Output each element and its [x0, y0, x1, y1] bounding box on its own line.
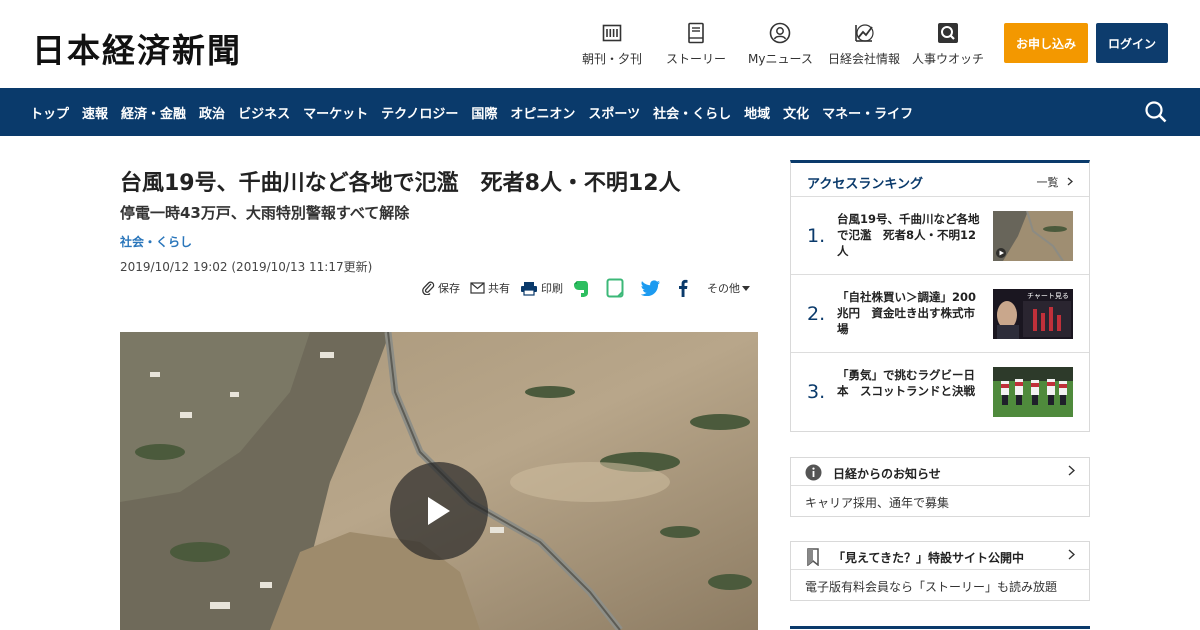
ranking-item[interactable]: 2. 「自社株買い＞調達」200兆円 資金吐き出す株式市場 チャート見る	[791, 275, 1089, 353]
chevron-right-icon	[1068, 465, 1075, 476]
twitter-button[interactable]	[641, 280, 664, 296]
chevron-right-icon	[1068, 549, 1075, 560]
share-label: 共有	[488, 282, 510, 295]
search-icon[interactable]	[1144, 100, 1168, 124]
main-nav-list: トップ 速報 経済・金融 政治 ビジネス マーケット テクノロジー 国際 オピニ…	[30, 88, 926, 136]
more-menu[interactable]: その他	[707, 280, 753, 296]
rank-number: 1.	[807, 225, 826, 247]
person-icon	[769, 22, 791, 44]
apply-button[interactable]: お申し込み	[1004, 23, 1088, 63]
main-nav-item-international[interactable]: 国際	[471, 103, 497, 122]
main-nav-item-money-life[interactable]: マネー・ライフ	[822, 103, 913, 122]
paperclip-icon	[422, 281, 435, 295]
rank-number: 2.	[807, 303, 826, 325]
article-header: 台風19号、千曲川など各地で氾濫 死者8人・不明12人 停電一時43万戸、大雨特…	[120, 168, 758, 275]
main-nav-item-society[interactable]: 社会・くらし	[653, 103, 731, 122]
evernote-button[interactable]	[573, 279, 592, 298]
evernote-icon	[574, 280, 588, 297]
main-nav-item-politics[interactable]: 政治	[199, 103, 225, 122]
rank-title[interactable]: 「勇気」で挑むラグビー日本 スコットランドと決戦	[837, 367, 985, 399]
rank-thumbnail[interactable]	[993, 211, 1073, 261]
nav-story[interactable]: ストーリー	[666, 22, 726, 67]
save-label: 保存	[438, 282, 460, 295]
main-nav-item-sports[interactable]: スポーツ	[588, 103, 640, 122]
main-nav-item-region[interactable]: 地域	[744, 103, 770, 122]
article-subheadline: 停電一時43万戸、大雨特別警報すべて解除	[120, 204, 410, 222]
play-button[interactable]	[390, 462, 488, 560]
chevron-right-icon	[1067, 177, 1073, 186]
promo-header[interactable]: 「見えてきた？」特設サイト公開中	[791, 542, 1089, 570]
main-nav-item-economy[interactable]: 経済・金融	[121, 103, 186, 122]
rank-number: 3.	[807, 381, 826, 403]
rank-title[interactable]: 台風19号、千曲川など各地で氾濫 死者8人・不明12人	[837, 211, 985, 259]
ranking-more-label: 一覧	[1036, 176, 1059, 189]
rank-thumbnail[interactable]	[993, 367, 1073, 417]
ranking-item[interactable]: 1. 台風19号、千曲川など各地で氾濫 死者8人・不明12人	[791, 197, 1089, 275]
save-button[interactable]: 保存	[422, 280, 460, 296]
promo-body[interactable]: 電子版有料会員なら「ストーリー」も読み放題	[791, 570, 1089, 600]
chart-icon	[853, 22, 875, 44]
article-tools: 保存 共有 印刷 その他	[422, 278, 763, 298]
main-nav-item-technology[interactable]: テクノロジー	[381, 103, 458, 122]
nav-label: 朝刊・夕刊	[582, 52, 643, 66]
facebook-icon	[679, 279, 688, 297]
ranking-header: アクセスランキング 一覧	[791, 163, 1089, 197]
site-logo[interactable]: 日本経済新聞	[32, 24, 242, 72]
nav-my-news[interactable]: Myニュース	[748, 22, 813, 67]
mail-icon	[470, 282, 485, 294]
share-button[interactable]: 共有	[470, 280, 510, 296]
access-ranking: アクセスランキング 一覧 1. 台風19号、千曲川など各地で氾濫 死者8人・不明…	[790, 160, 1090, 432]
main-nav: トップ 速報 経済・金融 政治 ビジネス マーケット テクノロジー 国際 オピニ…	[0, 88, 1200, 136]
story-promo[interactable]: 「見えてきた？」特設サイト公開中 電子版有料会員なら「ストーリー」も読み放題	[790, 541, 1090, 601]
twitter-icon	[641, 280, 660, 296]
rank-thumbnail[interactable]: チャート見る	[993, 289, 1073, 339]
main-nav-item-market[interactable]: マーケット	[303, 103, 368, 122]
print-button[interactable]: 印刷	[520, 280, 563, 296]
note-icon	[606, 278, 624, 298]
video-player[interactable]	[120, 332, 758, 630]
info-icon	[805, 464, 822, 481]
promo-title: 「見えてきた？」特設サイト公開中	[833, 551, 1025, 565]
login-button[interactable]: ログイン	[1096, 23, 1168, 63]
newspaper-icon	[601, 22, 623, 44]
magnifier-icon	[937, 22, 959, 44]
main-nav-item-culture[interactable]: 文化	[783, 103, 809, 122]
article-headline: 台風19号、千曲川など各地で氾濫 死者8人・不明12人	[120, 171, 681, 196]
play-icon	[428, 497, 450, 525]
nav-morning-evening[interactable]: 朝刊・夕刊	[582, 22, 642, 67]
facebook-button[interactable]	[678, 279, 691, 297]
rank-title[interactable]: 「自社株買い＞調達」200兆円 資金吐き出す株式市場	[837, 289, 985, 337]
nav-label: ストーリー	[666, 52, 727, 66]
nav-label: Myニュース	[748, 52, 813, 66]
article-timestamp: 2019/10/12 19:02 (2019/10/13 11:17更新)	[120, 260, 373, 274]
printer-icon	[521, 281, 537, 296]
notice-body[interactable]: キャリア採用、通年で募集	[791, 486, 1089, 516]
nav-personnel-watch[interactable]: 人事ウオッチ	[912, 22, 984, 67]
main-nav-item-top[interactable]: トップ	[30, 103, 69, 122]
caret-down-icon	[742, 285, 750, 291]
next-box-border	[790, 626, 1090, 629]
ranking-item[interactable]: 3. 「勇気」で挑むラグビー日本 スコットランドと決戦	[791, 353, 1089, 431]
nav-label: 人事ウオッチ	[912, 52, 985, 66]
nikkei-notice[interactable]: 日経からのお知らせ キャリア採用、通年で募集	[790, 457, 1090, 517]
main-nav-item-opinion[interactable]: オピニオン	[510, 103, 575, 122]
book-icon	[685, 22, 707, 44]
site-header: 日本経済新聞 朝刊・夕刊 ストーリー Myニュース 日経会社情報 人事ウオッチ …	[0, 0, 1200, 88]
notice-title: 日経からのお知らせ	[833, 467, 941, 481]
more-label: その他	[707, 282, 740, 295]
onenote-button[interactable]	[606, 278, 627, 298]
article-category-link[interactable]: 社会・くらし	[120, 233, 758, 250]
notice-header[interactable]: 日経からのお知らせ	[791, 458, 1089, 486]
print-label: 印刷	[541, 282, 563, 295]
nav-company-info[interactable]: 日経会社情報	[828, 22, 900, 67]
ranking-title: アクセスランキング	[807, 177, 923, 192]
nav-label: 日経会社情報	[828, 52, 901, 66]
main-nav-item-business[interactable]: ビジネス	[238, 103, 290, 122]
bookmark-icon	[807, 548, 819, 566]
ranking-more-link[interactable]: 一覧	[1037, 174, 1074, 190]
thumb-caption: チャート見る	[1027, 292, 1069, 300]
main-nav-item-breaking[interactable]: 速報	[82, 103, 108, 122]
